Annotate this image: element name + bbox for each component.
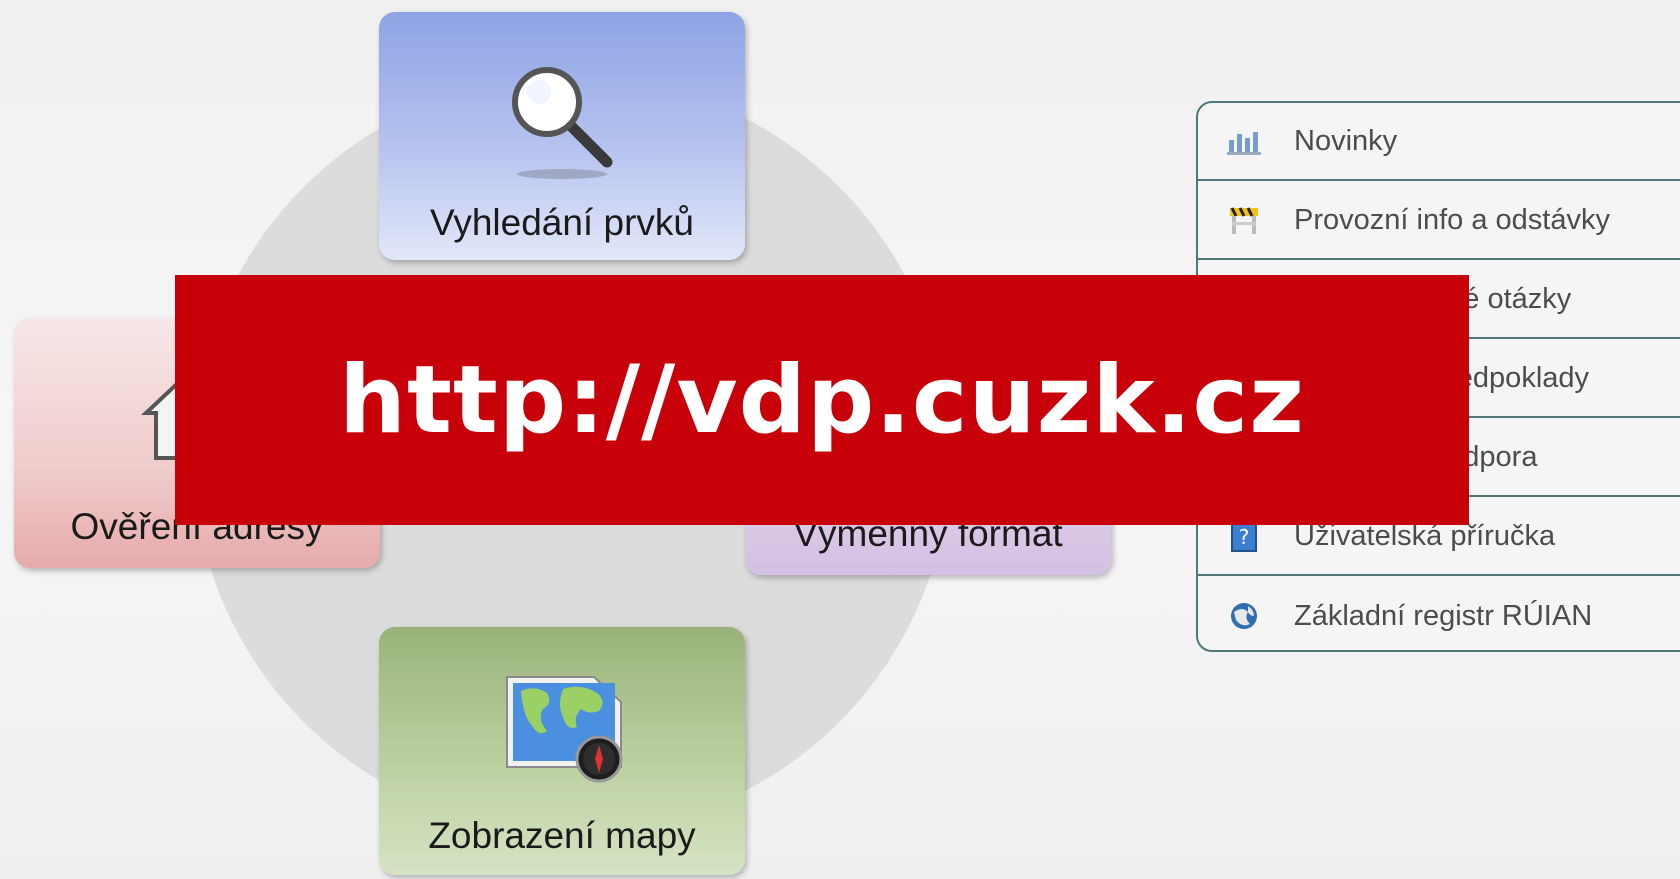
menu-item-news[interactable]: Novinky xyxy=(1198,103,1680,181)
news-icon xyxy=(1226,123,1262,159)
menu-label-news: Novinky xyxy=(1294,124,1398,157)
magnifier-icon xyxy=(507,62,617,187)
roadblock-icon xyxy=(1226,202,1262,238)
menu-item-operational-info[interactable]: Provozní info a odstávky xyxy=(1198,182,1680,260)
url-banner-text: http://vdp.cuzk.cz xyxy=(339,345,1305,455)
world-map-icon xyxy=(499,667,629,792)
menu-item-ruian-register[interactable]: Základní registr RÚIAN xyxy=(1198,577,1680,650)
url-banner: http://vdp.cuzk.cz xyxy=(175,275,1469,525)
menu-label-operational-info: Provozní info a odstávky xyxy=(1294,203,1610,236)
show-map-tile[interactable]: Zobrazení mapy xyxy=(379,627,745,875)
globe-register-icon xyxy=(1226,598,1262,634)
search-elements-label: Vyhledání prvků xyxy=(430,202,694,243)
show-map-label: Zobrazení mapy xyxy=(428,815,696,856)
menu-label-ruian-register: Základní registr RÚIAN xyxy=(1294,599,1593,632)
search-elements-tile[interactable]: Vyhledání prvků xyxy=(379,12,745,260)
svg-text:?: ? xyxy=(1239,525,1250,549)
